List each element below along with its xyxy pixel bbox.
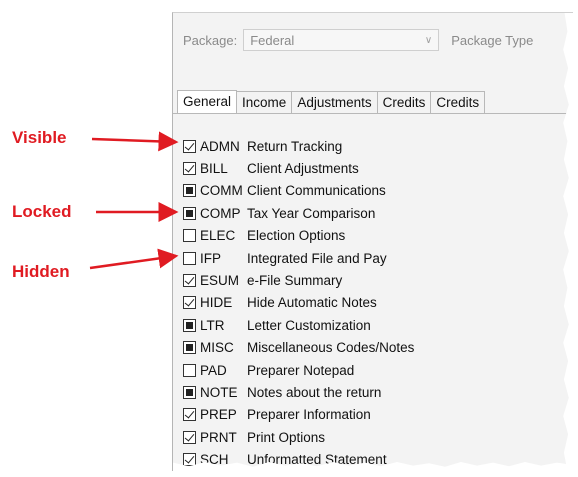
arrow-visible [91, 131, 179, 152]
arrow-hidden [89, 248, 179, 270]
callout-arrows [89, 131, 179, 270]
